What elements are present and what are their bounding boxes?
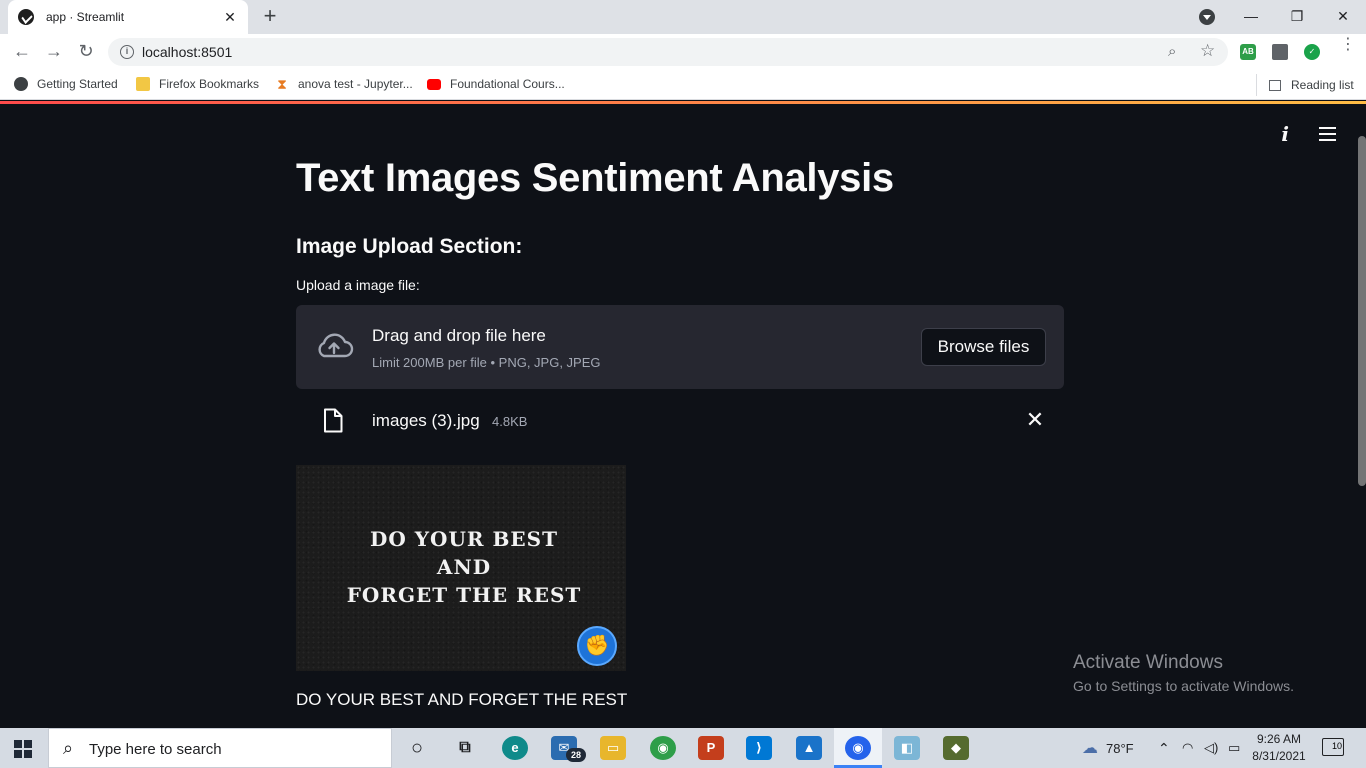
reading-list-icon xyxy=(1269,79,1281,91)
notes-app-icon[interactable]: ◧ xyxy=(894,736,920,760)
back-arrow-icon[interactable]: ← xyxy=(10,40,34,64)
preview-quote: DO YOUR BEST AND FORGET THE REST xyxy=(296,525,626,609)
folder-icon xyxy=(136,77,150,91)
app-top-icons: i xyxy=(1281,122,1336,146)
bookmark-label: Foundational Cours... xyxy=(450,77,565,91)
notifications-icon[interactable]: 10 xyxy=(1322,738,1344,756)
puzzle-extension-icon[interactable] xyxy=(1272,44,1288,60)
mail-badge: 28 xyxy=(566,748,586,762)
browse-files-button[interactable]: Browse files xyxy=(921,328,1046,366)
youtube-icon xyxy=(427,79,441,90)
search-icon: ⌕ xyxy=(63,738,74,758)
browser-menu-icon[interactable]: ⋮ xyxy=(1340,37,1356,53)
reading-list-button[interactable]: Reading list xyxy=(1256,74,1354,96)
activate-windows-watermark: Activate Windows Go to Settings to activ… xyxy=(1073,652,1294,694)
bookmark-star-icon[interactable]: ☆ xyxy=(1200,41,1215,61)
preview-line-3: FORGET THE REST xyxy=(346,583,582,607)
reload-icon[interactable]: ↻ xyxy=(74,40,98,64)
bookmarks-bar: Getting Started Firefox Bookmarks ⧗ anov… xyxy=(0,70,1366,100)
chrome-active-icon[interactable]: ◉ xyxy=(845,736,871,760)
tab-streamlit-app[interactable]: app · Streamlit ✕ xyxy=(8,0,248,34)
vscode-icon[interactable]: ⟩ xyxy=(746,736,772,760)
bookmark-firefox-bookmarks[interactable]: Firefox Bookmarks xyxy=(136,77,259,91)
tab-strip: app · Streamlit ✕ + — ❐ ✕ xyxy=(0,0,1366,34)
bookmark-foundational-course[interactable]: Foundational Cours... xyxy=(427,77,565,91)
uploaded-file-name: images (3).jpg xyxy=(372,411,480,430)
adblock-extension-icon[interactable]: AB xyxy=(1240,44,1256,60)
url-text[interactable]: localhost:8501 xyxy=(142,44,232,60)
cloud-upload-icon xyxy=(318,333,354,358)
section-heading: Image Upload Section: xyxy=(296,235,523,258)
new-tab-button[interactable]: + xyxy=(258,5,282,29)
chrome-icon[interactable]: ◉ xyxy=(650,736,676,760)
shield-extension-icon[interactable]: ✓ xyxy=(1304,44,1320,60)
git-app-icon[interactable]: ◆ xyxy=(943,736,969,760)
photos-icon[interactable]: ▲ xyxy=(796,736,822,760)
windows-taskbar: ⌕ Type here to search ○ ⧉ e ✉ 28 ▭ ◉ P ⟩… xyxy=(0,728,1366,768)
address-bar[interactable]: i localhost:8501 ⌕ ☆ xyxy=(108,38,1228,66)
uploader-label: Upload a image file: xyxy=(296,277,420,293)
uploaded-image-preview: DO YOUR BEST AND FORGET THE REST ✊ xyxy=(296,465,626,671)
page-scrollbar[interactable] xyxy=(1358,136,1366,486)
clock-date: 8/31/2021 xyxy=(1252,749,1306,763)
edge-browser-icon[interactable]: e xyxy=(502,736,528,760)
dropzone-title: Drag and drop file here xyxy=(372,326,546,345)
file-dropzone[interactable]: Drag and drop file here Limit 200MB per … xyxy=(296,305,1064,389)
restore-button[interactable]: ❐ xyxy=(1274,4,1320,30)
hourglass-icon: ⧗ xyxy=(277,76,287,92)
streamlit-app: i Text Images Sentiment Analysis Image U… xyxy=(0,104,1366,728)
bookmark-label: Getting Started xyxy=(37,77,118,91)
tab-title: app · Streamlit xyxy=(46,10,125,24)
taskbar-search-placeholder: Type here to search xyxy=(89,741,222,758)
reading-list-label: Reading list xyxy=(1291,78,1354,92)
bookmark-getting-started[interactable]: Getting Started xyxy=(14,77,118,91)
forward-arrow-icon[interactable]: → xyxy=(42,40,66,64)
close-window-button[interactable]: ✕ xyxy=(1320,4,1366,30)
tab-search-icon[interactable] xyxy=(1199,9,1215,25)
bookmark-anova-test[interactable]: ⧗ anova test - Jupyter... xyxy=(275,77,413,91)
watermark-title: Activate Windows xyxy=(1073,652,1223,673)
volume-icon[interactable]: ◁) xyxy=(1204,728,1218,768)
file-explorer-icon[interactable]: ▭ xyxy=(600,736,626,760)
preview-line-1: DO YOUR BEST xyxy=(370,527,558,551)
extracted-text: DO YOUR BEST AND FORGET THE REST xyxy=(296,690,628,709)
watermark-subtitle: Go to Settings to activate Windows. xyxy=(1073,678,1294,694)
globe-icon xyxy=(14,77,28,91)
bookmark-label: Firefox Bookmarks xyxy=(159,77,260,91)
weather-widget[interactable]: ☁ 78°F xyxy=(1082,728,1134,768)
streamlit-favicon-icon xyxy=(18,9,34,25)
remove-file-close-icon[interactable]: ✕ xyxy=(1023,407,1047,433)
tray-chevron-icon[interactable]: ⌃ xyxy=(1158,728,1170,768)
wifi-icon[interactable]: ◠ xyxy=(1182,728,1193,768)
task-view-icon[interactable]: ⧉ xyxy=(452,736,478,760)
info-icon[interactable]: i xyxy=(1281,122,1289,146)
clock-time: 9:26 AM xyxy=(1256,732,1302,746)
minimize-button[interactable]: — xyxy=(1228,4,1274,30)
taskbar-search-box[interactable]: ⌕ Type here to search xyxy=(48,728,392,768)
tab-close-icon[interactable]: ✕ xyxy=(222,9,238,26)
cloud-weather-icon: ☁ xyxy=(1082,740,1098,757)
page-title: Text Images Sentiment Analysis xyxy=(296,156,894,200)
bookmark-label: anova test - Jupyter... xyxy=(298,77,413,91)
cortana-icon[interactable]: ○ xyxy=(404,736,430,760)
fist-logo-icon: ✊ xyxy=(577,626,617,666)
weather-temp: 78°F xyxy=(1106,740,1134,756)
windows-start-icon[interactable] xyxy=(14,740,32,758)
uploaded-file-row: images (3).jpg 4.8KB ✕ xyxy=(296,399,1064,443)
hamburger-menu-icon[interactable] xyxy=(1319,127,1336,141)
file-icon xyxy=(324,408,343,433)
zoom-icon[interactable]: ⌕ xyxy=(1168,43,1176,60)
preview-line-2: AND xyxy=(436,555,492,579)
taskbar-clock[interactable]: 9:26 AM 8/31/2021 xyxy=(1244,731,1314,765)
dropzone-limit: Limit 200MB per file • PNG, JPG, JPEG xyxy=(372,355,601,370)
uploaded-file-size: 4.8KB xyxy=(492,414,528,429)
browser-toolbar: ← → ↻ i localhost:8501 ⌕ ☆ AB ✓ ⋮ xyxy=(0,34,1366,70)
powerpoint-icon[interactable]: P xyxy=(698,736,724,760)
site-info-icon[interactable]: i xyxy=(120,45,134,59)
battery-icon[interactable]: ▭ xyxy=(1228,728,1240,768)
